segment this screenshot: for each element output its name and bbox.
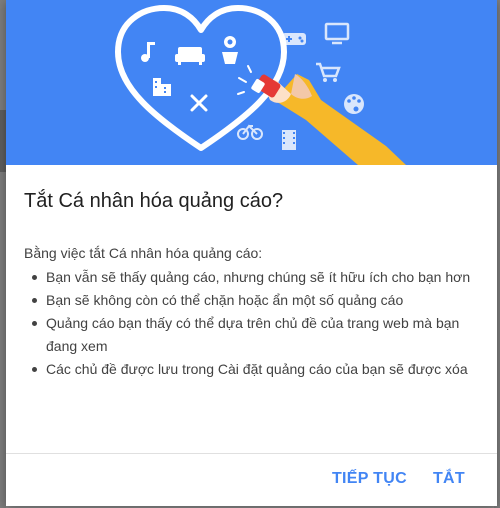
turn-off-button[interactable]: TẮT xyxy=(433,468,465,490)
flower-pot-icon xyxy=(222,36,238,64)
tv-icon xyxy=(324,22,350,45)
city-icon xyxy=(153,78,171,96)
list-item: Bạn vẫn sẽ thấy quảng cáo, nhưng chúng s… xyxy=(24,266,474,289)
cutlery-icon xyxy=(190,94,208,112)
ads-personalization-dialog: Tắt Cá nhân hóa quảng cáo? Bằng việc tắt… xyxy=(6,0,497,506)
sparkle-lines xyxy=(237,65,252,95)
palette-icon xyxy=(344,94,364,114)
list-item: Các chủ đề được lưu trong Cài đặt quảng … xyxy=(24,358,474,381)
dialog-title: Tắt Cá nhân hóa quảng cáo? xyxy=(24,190,284,212)
gamepad-icon xyxy=(282,33,306,45)
consequence-list: Bạn vẫn sẽ thấy quảng cáo, nhưng chúng s… xyxy=(24,266,474,381)
dialog-actions: TIẾP TỤC TẮT xyxy=(332,468,465,490)
bicycle-icon xyxy=(237,124,263,140)
sofa-icon xyxy=(175,47,205,65)
shopping-cart-icon xyxy=(316,62,341,82)
music-note-icon xyxy=(141,42,155,62)
list-item: Quảng cáo bạn thấy có thể dựa trên chủ đ… xyxy=(24,312,474,358)
arm-eraser-illustration xyxy=(251,74,406,165)
heart-icon xyxy=(115,5,287,151)
film-icon xyxy=(282,130,296,150)
continue-button[interactable]: TIẾP TỤC xyxy=(332,468,407,490)
hero-illustration xyxy=(6,0,497,165)
dialog-intro: Bằng việc tắt Cá nhân hóa quảng cáo: xyxy=(24,245,263,261)
actions-divider xyxy=(6,453,497,454)
list-item: Bạn sẽ không còn có thể chặn hoặc ẩn một… xyxy=(24,289,474,312)
